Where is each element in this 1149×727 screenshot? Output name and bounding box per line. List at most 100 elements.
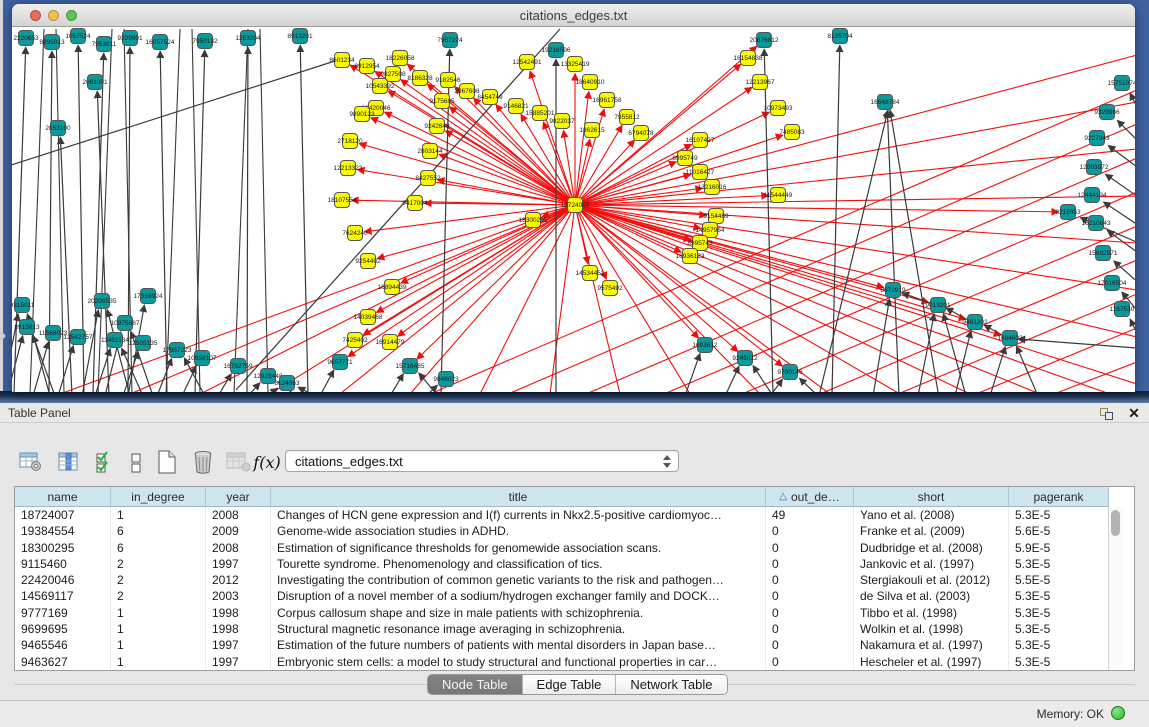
column-header-short[interactable]: short (854, 487, 1009, 507)
graph-node[interactable]: 8135704 (827, 29, 853, 44)
graph-node[interactable]: 9013201 (925, 298, 951, 313)
network-canvas[interactable]: 2220653899501310575247953011932990116057… (12, 27, 1135, 392)
graph-node[interactable]: 9254402 (355, 254, 381, 269)
table-row[interactable]: 911546021997Tourette syndrome. Phenomeno… (15, 556, 1109, 572)
graph-node[interactable]: 10975887 (111, 316, 140, 331)
column-header-out_degree[interactable]: △out_de… (766, 487, 854, 507)
graph-node[interactable]: 16961758 (593, 93, 622, 108)
close-panel-icon[interactable]: ✕ (1126, 405, 1142, 421)
column-header-pagerank[interactable]: pagerank (1009, 487, 1109, 507)
select-all-button[interactable] (90, 447, 120, 477)
graph-node[interactable]: 9175685 (429, 94, 455, 109)
graph-node[interactable]: 12213967 (746, 75, 775, 90)
graph-node[interactable]: 14534451 (576, 266, 605, 281)
panel-collapse-arrow-icon[interactable] (0, 330, 6, 342)
graph-node[interactable]: 1693612 (692, 338, 718, 353)
table-row[interactable]: 969969511998Structural magnetic resonanc… (15, 621, 1109, 637)
graph-node[interactable]: 2967608 (454, 84, 480, 99)
graph-node[interactable]: 9227343 (1084, 131, 1110, 146)
table-row[interactable]: 977716911998Corpus callosum shape and si… (15, 605, 1109, 621)
graph-node[interactable]: 9417004 (402, 196, 428, 211)
tab-network-table[interactable]: Network Table (616, 675, 726, 694)
graph-node[interactable]: 1057524 (65, 29, 91, 44)
graph-node[interactable]: 15692971 (1089, 246, 1118, 261)
graph-node[interactable]: 1253204 (235, 31, 261, 46)
network-window-titlebar[interactable]: citations_edges.txt (12, 4, 1135, 27)
graph-node[interactable]: 8912954 (354, 59, 380, 74)
table-row[interactable]: 1830029562008Estimation of significance … (15, 540, 1109, 556)
table-row[interactable]: 946362711997Embryonic stem cells: a mode… (15, 654, 1109, 670)
graph-node[interactable]: 13325419 (561, 57, 590, 72)
table-row[interactable]: 2242004622012Investigating the contribut… (15, 572, 1109, 588)
graph-node[interactable]: 12542491 (513, 55, 542, 70)
graph-node[interactable]: 8915013 (14, 320, 40, 335)
graph-node[interactable]: 12542757 (64, 330, 93, 345)
graph-node[interactable]: 9846023 (433, 372, 459, 387)
clear-selection-button[interactable] (122, 447, 152, 477)
graph-node[interactable]: 12444194 (1078, 188, 1107, 203)
graph-node[interactable]: 8454749 (477, 90, 503, 105)
graph-node[interactable]: 18107554 (328, 193, 357, 208)
show-columns-button[interactable] (54, 447, 84, 477)
graph-node[interactable]: 7955812 (614, 110, 640, 125)
table-vertical-scrollbar[interactable] (1108, 507, 1123, 670)
graph-node[interactable]: 9329901 (117, 31, 143, 46)
graph-node[interactable]: 9575492 (597, 281, 623, 296)
float-panel-icon[interactable] (1100, 408, 1114, 420)
graph-node[interactable]: 18640910 (576, 75, 605, 90)
graph-node[interactable]: 7957224 (437, 33, 463, 48)
graph-node[interactable]: 6794078 (628, 126, 654, 141)
graph-node[interactable]: 16782759 (224, 359, 253, 374)
table-row[interactable]: 1938455462009Genome-wide association stu… (15, 523, 1109, 539)
graph-node[interactable]: 9154469 (703, 209, 729, 224)
graph-node[interactable]: 18300295 (519, 213, 548, 228)
graph-node[interactable]: 7950132 (192, 34, 218, 49)
graph-node[interactable]: 18226058 (386, 51, 415, 66)
graph-node[interactable]: 2061001 (82, 75, 108, 90)
column-header-title[interactable]: title (271, 487, 766, 507)
network-file-select[interactable]: citations_edges.txt (285, 450, 679, 472)
graph-node[interactable]: 9182546 (435, 73, 461, 88)
graph-node[interactable]: 2053100 (45, 121, 71, 136)
graph-node[interactable]: 9657771 (327, 355, 353, 370)
column-header-name[interactable]: name (15, 487, 111, 507)
tab-edge-table[interactable]: Edge Table (523, 675, 617, 694)
memory-ok-indicator[interactable] (1111, 706, 1125, 720)
graph-node[interactable]: 17359924 (134, 289, 163, 304)
graph-node[interactable]: 2718120 (337, 134, 363, 149)
graph-node[interactable]: 8186328 (407, 71, 433, 86)
column-header-in_degree[interactable]: in_degree (111, 487, 206, 507)
network-view[interactable]: 2220653899501310575247953011932990116057… (12, 27, 1135, 392)
graph-node[interactable]: 20876812 (750, 33, 779, 48)
table-row[interactable]: 946554611997Estimation of the future num… (15, 637, 1109, 653)
graph-node[interactable]: 9461302 (962, 315, 988, 330)
graph-node[interactable]: 2220653 (13, 31, 39, 46)
scrollbar-thumb[interactable] (1111, 510, 1120, 536)
graph-node[interactable]: 16210643 (1082, 216, 1111, 231)
graph-node[interactable]: 7953011 (92, 37, 117, 52)
graph-node[interactable]: 16914479 (376, 335, 405, 350)
graph-node[interactable]: 7624240 (342, 226, 368, 241)
create-column-button[interactable] (152, 447, 182, 477)
graph-node[interactable]: 16648784 (871, 95, 900, 110)
graph-node[interactable]: 8427552 (415, 171, 441, 186)
graph-node[interactable]: 2803144 (417, 144, 443, 159)
function-builder-button[interactable]: f(x) (252, 447, 282, 477)
column-header-year[interactable]: year (206, 487, 271, 507)
table-row[interactable]: 1872400712008Changes of HCN gene express… (15, 507, 1109, 523)
table-row[interactable]: 1456911722003Disruption of a novel membe… (15, 588, 1109, 604)
graph-node[interactable]: 9315011 (12, 298, 35, 313)
graph-node[interactable]: 15716485 (396, 359, 425, 374)
graph-node-label: 12542757 (64, 334, 93, 341)
graph-node[interactable]: 10958107 (188, 351, 217, 366)
graph-node[interactable]: 8913201 (287, 29, 313, 44)
graph-node[interactable]: 7485083 (779, 125, 805, 140)
graph-node[interactable]: 15751074 (1108, 76, 1135, 91)
tab-node-table[interactable]: Node Table (428, 675, 523, 694)
graph-node[interactable]: 16057524 (146, 35, 175, 50)
graph-node[interactable]: 12213323 (334, 161, 363, 176)
delete-column-button[interactable] (188, 447, 218, 477)
graph-node[interactable]: 20206535 (88, 294, 117, 309)
table-options-button[interactable] (16, 447, 46, 477)
graph-node[interactable]: 11451134 (101, 333, 129, 348)
